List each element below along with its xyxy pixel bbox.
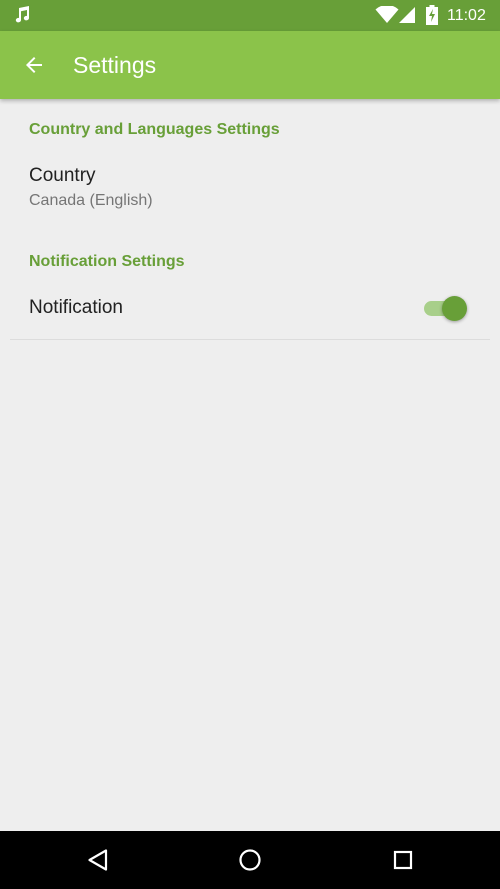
category-notification: Notification Settings — [29, 253, 185, 270]
signal-icon — [399, 7, 415, 23]
music-icon — [15, 6, 30, 23]
divider — [10, 339, 490, 340]
arrow-back-icon — [26, 57, 42, 73]
notification-toggle[interactable] — [422, 295, 468, 321]
nav-recents-button[interactable] — [388, 845, 418, 875]
country-summary: Canada (English) — [29, 192, 153, 209]
notification-title: Notification — [29, 297, 123, 318]
settings-screen: 11:02 Settings Country and Languages Set… — [0, 0, 500, 889]
back-button[interactable] — [14, 45, 54, 85]
toggle-thumb — [442, 296, 467, 321]
recents-square-icon — [393, 850, 413, 870]
page-title: Settings — [73, 52, 157, 78]
wifi-icon — [375, 6, 399, 23]
country-title: Country — [29, 165, 96, 186]
app-bar: Settings — [0, 31, 500, 99]
home-circle-icon — [239, 849, 261, 871]
nav-home-button[interactable] — [235, 845, 265, 875]
navigation-bar — [0, 831, 500, 889]
category-country-languages: Country and Languages Settings — [29, 121, 280, 138]
status-clock: 11:02 — [447, 7, 486, 24]
notification-preference[interactable]: Notification — [0, 285, 500, 337]
battery-charging-icon — [426, 5, 438, 25]
status-bar: 11:02 — [0, 0, 500, 31]
nav-back-button[interactable] — [83, 845, 113, 875]
back-triangle-icon — [88, 849, 108, 871]
country-preference[interactable]: Country Canada (English) — [0, 157, 500, 219]
